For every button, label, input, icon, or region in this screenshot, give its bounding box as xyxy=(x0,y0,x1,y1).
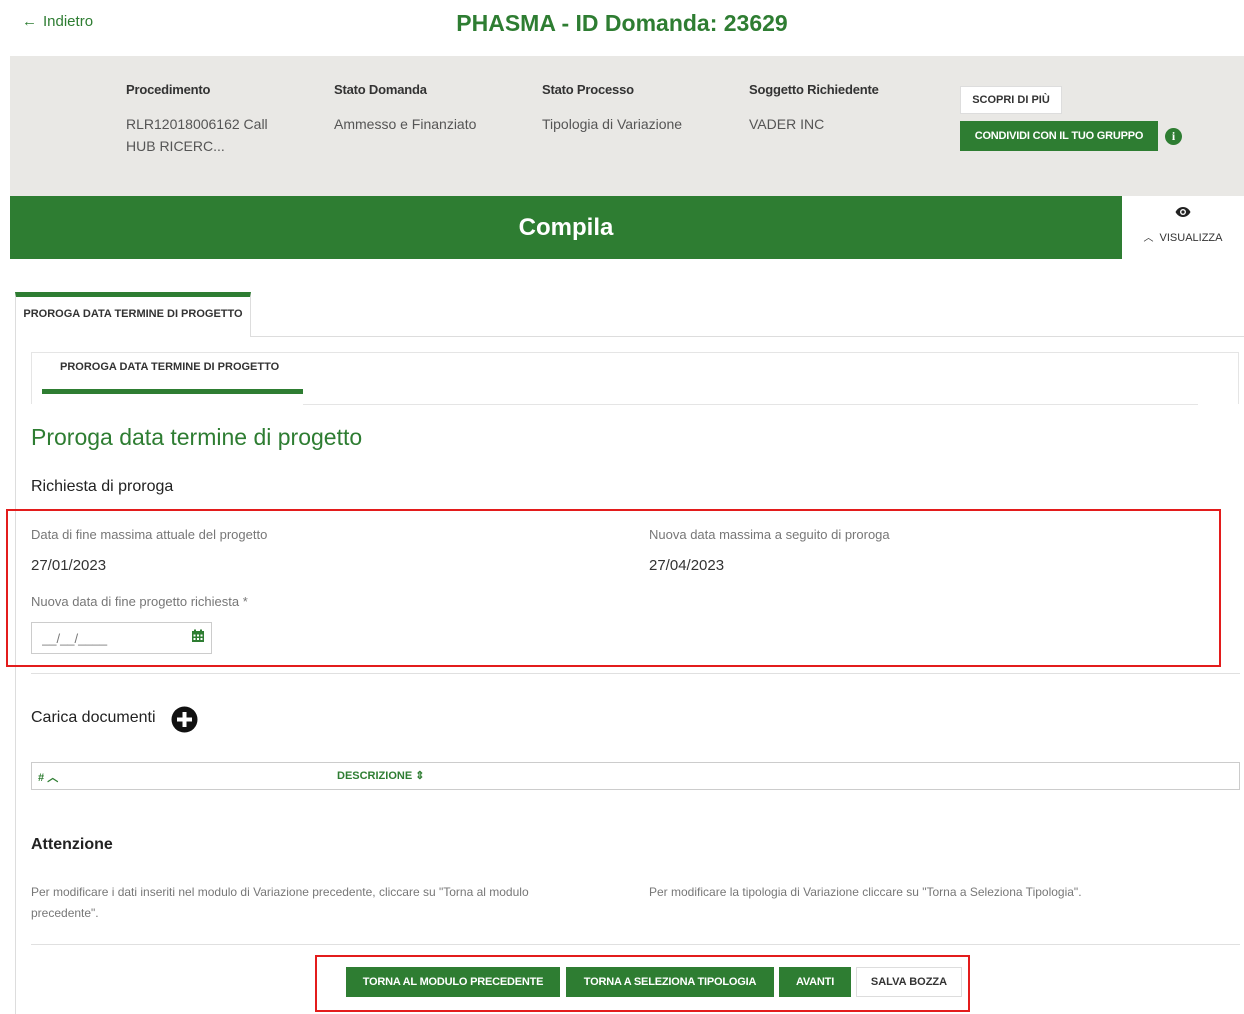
stato-domanda-col: Stato Domanda Ammesso e Finanziato xyxy=(334,82,524,135)
calendar-icon[interactable] xyxy=(191,629,205,643)
soggetto-col: Soggetto Richiedente VADER INC xyxy=(749,82,939,135)
procedimento-col: Procedimento RLR12018006162 Call HUB RIC… xyxy=(126,82,316,157)
index-header: # xyxy=(38,772,45,784)
current-end-value: 27/01/2023 xyxy=(31,557,107,574)
requested-date-input[interactable] xyxy=(31,622,212,654)
plus-circle-icon[interactable] xyxy=(171,706,198,733)
page-title: PHASMA - ID Domanda: 23629 xyxy=(456,10,788,36)
chevron-up-icon: ︿ xyxy=(1143,233,1154,244)
subsection-title: Richiesta di proroga xyxy=(31,478,174,495)
salva-bozza-button[interactable]: SALVA BOZZA xyxy=(856,967,962,997)
torna-modulo-button[interactable]: TORNA AL MODULO PRECEDENTE xyxy=(346,967,560,997)
procedimento-value: RLR12018006162 Call HUB RICERC... xyxy=(126,116,268,154)
stato-processo-label: Stato Processo xyxy=(542,82,634,97)
new-max-label: Nuova data massima a seguito di proroga xyxy=(649,527,890,542)
chevron-up-icon: ︿ xyxy=(47,772,59,784)
info-band: Procedimento RLR12018006162 Call HUB RIC… xyxy=(10,56,1244,196)
eye-icon xyxy=(1175,207,1191,217)
content-left-border xyxy=(15,337,16,1014)
scopri-button[interactable]: SCOPRI DI PIÙ xyxy=(960,86,1062,114)
torna-tipologia-button[interactable]: TORNA A SELEZIONA TIPOLOGIA xyxy=(566,967,774,997)
section-title: Proroga data termine di progetto xyxy=(31,424,363,450)
column-index[interactable]: # ︿ xyxy=(38,769,58,785)
tab-divider xyxy=(251,336,1244,337)
subtab-container xyxy=(31,352,1239,404)
subtab-proroga[interactable]: PROROGA DATA TERMINE DI PROGETTO xyxy=(60,361,279,373)
soggetto-value: VADER INC xyxy=(749,116,825,132)
requested-date-label: Nuova data di fine progetto richiesta * xyxy=(31,594,248,609)
note-left: Per modificare i dati inseriti nel modul… xyxy=(31,885,529,920)
divider xyxy=(31,673,1240,674)
visualizza-label: VISUALIZZA xyxy=(1159,232,1223,244)
new-max-value: 27/04/2023 xyxy=(649,557,725,574)
sort-icon: ⇕ xyxy=(415,770,425,782)
compila-bar: Compila xyxy=(10,196,1122,259)
subtab-divider xyxy=(303,404,1198,405)
descrizione-header: DESCRIZIONE xyxy=(337,770,413,782)
stato-domanda-label: Stato Domanda xyxy=(334,82,427,97)
soggetto-label: Soggetto Richiedente xyxy=(749,82,879,97)
documents-title: Carica documenti xyxy=(31,709,156,726)
visualizza-toggle[interactable]: ︿ VISUALIZZA xyxy=(1122,196,1244,259)
stato-processo-value: Tipologia di Variazione xyxy=(542,116,683,132)
stato-processo-col: Stato Processo Tipologia di Variazione xyxy=(542,82,732,135)
subtab-active-indicator xyxy=(42,389,303,394)
note-right: Per modificare la tipologia di Variazion… xyxy=(649,885,1082,899)
info-icon[interactable]: i xyxy=(1165,128,1182,145)
procedimento-label: Procedimento xyxy=(126,82,211,97)
stato-domanda-value: Ammesso e Finanziato xyxy=(334,116,477,132)
avanti-button[interactable]: AVANTI xyxy=(779,967,851,997)
divider-bottom xyxy=(31,944,1240,945)
documents-table-header: # ︿ DESCRIZIONE ⇕ xyxy=(31,762,1240,790)
column-descrizione[interactable]: DESCRIZIONE ⇕ xyxy=(337,769,424,782)
tab-proroga[interactable]: PROROGA DATA TERMINE DI PROGETTO xyxy=(15,292,251,337)
attenzione-title: Attenzione xyxy=(31,836,113,853)
current-end-label: Data di fine massima attuale del progett… xyxy=(31,527,268,542)
condividi-button[interactable]: CONDIVIDI CON IL TUO GRUPPO xyxy=(960,121,1158,151)
